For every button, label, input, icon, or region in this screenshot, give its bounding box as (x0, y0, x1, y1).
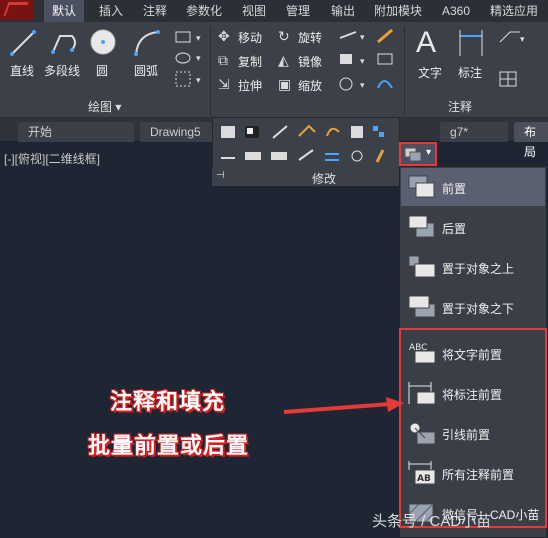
file-tab-layout[interactable]: 布局 (514, 122, 548, 159)
callout-line-2: 批量前置或后置 (88, 433, 250, 458)
tab-default[interactable]: 默认 (44, 0, 85, 22)
menu-item-send-to-back[interactable]: 后置 (401, 208, 545, 246)
menu-item-label: 置于对象之下 (442, 302, 515, 316)
svg-text:▾: ▾ (360, 32, 365, 42)
scale-icon: ▣ (278, 76, 292, 92)
draw-extra-icons[interactable]: ▾ ▾ ▾ (172, 30, 208, 94)
copy-label: 复制 (238, 55, 263, 69)
tab-insert[interactable]: 插入 (99, 0, 123, 22)
menu-item-bring-to-front[interactable]: 前置 (401, 168, 545, 206)
menu-item-label: 置于对象之上 (442, 262, 515, 276)
arc-tool[interactable] (132, 28, 162, 61)
svg-text:▾: ▾ (196, 33, 201, 43)
menu-item-send-under-objects[interactable]: 置于对象之下 (401, 288, 545, 326)
tab-output[interactable]: 输出 (331, 0, 355, 22)
tab-parametric[interactable]: 参数化 (186, 0, 222, 22)
file-tab-drawing5[interactable]: Drawing5 (140, 122, 212, 142)
annotation-extra-icons[interactable]: ▾ (496, 28, 530, 90)
scale-label: 缩放 (298, 79, 323, 93)
circle-label: 圆 (96, 64, 109, 78)
svg-text:▾: ▾ (520, 34, 525, 44)
ribbon-tab-bar: 默认 插入 注释 参数化 视图 管理 输出 附加模块 A360 精选应用 (0, 0, 548, 22)
arc-label: 圆弧 (134, 64, 159, 78)
move-label: 移动 (238, 31, 263, 45)
file-tab-g7[interactable]: g7* (440, 122, 508, 142)
bring-above-objects-icon (408, 255, 436, 278)
menu-item-bring-above-objects[interactable]: 置于对象之上 (401, 248, 545, 286)
mirror-label: 镜像 (298, 55, 323, 69)
group-divider (404, 26, 405, 116)
send-to-back-icon (408, 215, 435, 238)
svg-text:▾: ▾ (196, 75, 201, 85)
rotate-icon: ↻ (278, 28, 290, 44)
circle-tool[interactable] (88, 27, 118, 60)
polyline-tool[interactable] (50, 28, 80, 61)
line-label: 直线 (10, 64, 35, 78)
draw-order-dropdown-button[interactable]: ▾ (399, 142, 437, 166)
line-icon (10, 30, 36, 56)
arc-icon (134, 30, 160, 56)
menu-item-label: 后置 (442, 222, 467, 236)
modify-title-label: 修改 (312, 172, 337, 186)
annotation-highlight-box (399, 328, 547, 528)
tab-featured-apps[interactable]: 精选应用 (490, 0, 538, 22)
send-under-objects-icon (408, 295, 436, 318)
stretch-label: 拉伸 (238, 79, 263, 93)
tab-addins[interactable]: 附加模块 (374, 0, 422, 22)
text-tool-icon[interactable]: A (416, 26, 436, 60)
draw-order-icon (404, 147, 422, 162)
callout-line-1: 注释和填充 (110, 389, 226, 414)
rotate-label: 旋转 (298, 31, 323, 45)
tab-manage[interactable]: 管理 (286, 0, 310, 22)
line-tool[interactable] (8, 28, 38, 61)
group-divider (210, 26, 211, 116)
autocad-logo[interactable] (0, 0, 34, 20)
dimension-label: 标注 (458, 66, 483, 80)
file-tab-layout-label: 布局 (524, 125, 537, 159)
chevron-down-icon: ▾ (426, 147, 432, 158)
text-tool-label: 文字 (418, 66, 443, 80)
menu-item-label: 前置 (442, 182, 467, 196)
circle-icon (90, 29, 116, 55)
stretch-icon: ⇲ (218, 76, 230, 92)
mirror-icon: ◭ (278, 52, 289, 68)
tab-view[interactable]: 视图 (242, 0, 266, 22)
file-tab-start-label: 开始 (28, 125, 53, 139)
draw-group-title[interactable]: 绘图 ▾ (88, 98, 121, 114)
svg-text:▾: ▾ (196, 53, 201, 63)
polyline-label: 多段线 (44, 64, 81, 78)
file-tab-g7-label: g7* (450, 125, 469, 139)
dimension-icon[interactable] (456, 28, 486, 58)
callout-arrow-icon (283, 397, 404, 414)
watermark-text: 头条号 / CAD小苗 (372, 513, 492, 530)
tab-a360[interactable]: A360 (442, 0, 470, 22)
file-tab-drawing5-label: Drawing5 (150, 125, 201, 139)
modify-extra-icons[interactable]: ▾ ▾ ▾ (336, 28, 402, 96)
file-tab-start[interactable]: 开始 (18, 122, 134, 142)
svg-text:▾: ▾ (360, 80, 365, 90)
pin-icon[interactable]: ⊣ (216, 170, 225, 181)
modify-expanded-icons[interactable] (217, 122, 397, 168)
copy-icon: ⧉ (218, 52, 228, 68)
move-icon: ✥ (218, 28, 230, 44)
tab-annotate[interactable]: 注释 (143, 0, 167, 22)
bring-to-front-icon (408, 175, 435, 198)
svg-text:▾: ▾ (360, 56, 365, 66)
annotation-group-title[interactable]: 注释 (448, 98, 472, 114)
viewport-controls-label[interactable]: [-][俯视][二维线框] (4, 150, 100, 167)
polyline-icon (51, 35, 76, 54)
